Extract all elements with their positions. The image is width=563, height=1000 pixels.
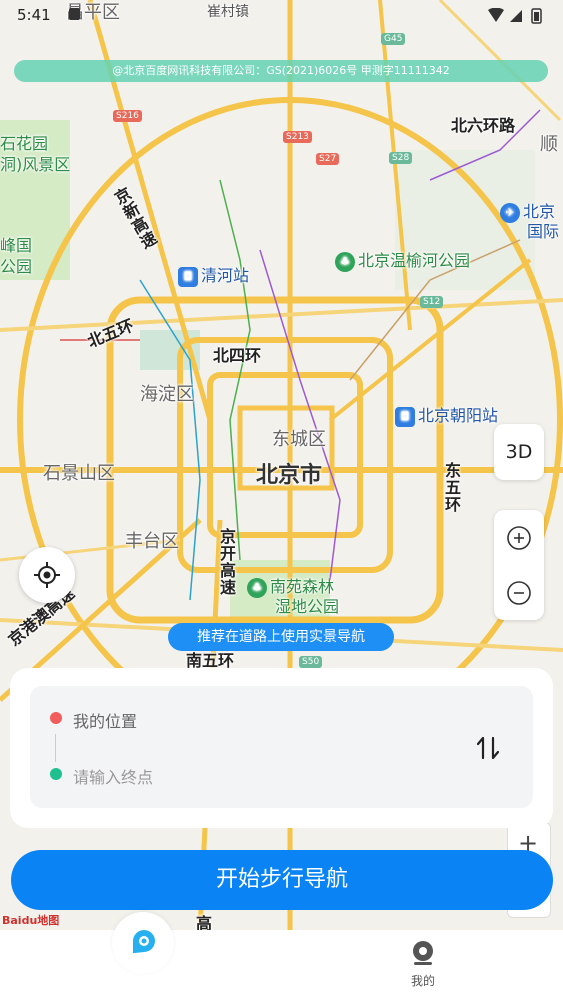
label-shijingshan: 石景山区 (43, 463, 115, 484)
swap-icon (476, 736, 500, 760)
nav-mine-label: 我的 (410, 974, 435, 988)
nav-home-button[interactable] (112, 912, 174, 974)
recommend-ar-nav-tip[interactable]: 推荐在道路上使用实景导航 (168, 623, 394, 651)
shield-s50: S50 (299, 656, 323, 668)
shield-s216: S216 (113, 110, 142, 122)
label-dongwuhuan: 东五环 (442, 462, 461, 513)
label-gongyuan: 公园 (0, 257, 33, 276)
poi-qinghe[interactable]: ◘ 清河站 (178, 262, 249, 287)
origin-dot (50, 712, 62, 724)
route-inputs: 我的位置 请输入终点 (30, 686, 533, 808)
park-icon: ♣ (247, 577, 267, 598)
route-card: 我的位置 请输入终点 (10, 668, 553, 828)
train-station-icon: ◘ (178, 266, 198, 287)
zoom-out-button[interactable] (494, 565, 544, 620)
wifi-icon (488, 8, 504, 22)
shield-s28: S28 (389, 152, 413, 164)
shield-s27: S27 (316, 153, 340, 165)
label-haidian: 海淀区 (140, 384, 194, 405)
view-3d-button[interactable]: 3D (494, 424, 544, 480)
start-walking-navigation-button[interactable]: 开始步行导航 (11, 850, 553, 910)
minus-icon (507, 580, 531, 605)
origin-field[interactable]: 我的位置 (73, 708, 137, 732)
status-time: 5:41 (17, 6, 51, 24)
label-gao: 高 (196, 914, 213, 930)
profile-icon (413, 941, 433, 965)
signal-icon (510, 10, 522, 22)
zoom-in-button[interactable] (494, 510, 544, 565)
label-fengtai: 丰台区 (125, 531, 179, 552)
navigation-app-icon (133, 930, 155, 953)
poi-chaoyangzhan[interactable]: ◘ 北京朝阳站 (395, 402, 498, 427)
status-icons (488, 8, 542, 24)
train-station-icon: ◘ (395, 406, 415, 427)
label-beiliuhuan: 北六环路 (451, 116, 516, 135)
label-airport-2: 国际 (527, 222, 560, 241)
shield-s213: S213 (283, 131, 312, 143)
label-dongcheng: 东城区 (272, 429, 326, 450)
destination-field[interactable]: 请输入终点 (73, 764, 153, 788)
notification-icon (69, 8, 80, 20)
label-shun: 顺 (540, 134, 558, 155)
park-icon: ♣ (335, 251, 355, 272)
airport-icon: ✈ (500, 202, 520, 223)
swap-button[interactable] (470, 730, 506, 766)
label-jingkai: 京开高速 (217, 528, 236, 596)
zoom-controls (494, 510, 544, 620)
baidu-map-logo: Baidu地图 (2, 914, 60, 927)
label-fengjingqu: 洞)风景区 (0, 155, 71, 174)
shield-g45: G45 (381, 33, 406, 45)
label-beijingshi: 北京市 (256, 463, 323, 488)
plus-icon (507, 525, 531, 550)
locate-button[interactable] (19, 547, 75, 603)
map-copyright: @北京百度网讯科技有限公司：GS(2021)6026号 甲测字11111342 (14, 60, 548, 82)
status-bar: 5:41 (0, 0, 563, 30)
bottom-nav (0, 930, 563, 1000)
destination-dot (50, 768, 62, 780)
nav-mine-button[interactable]: 我的 (404, 940, 442, 989)
label-nanyuan-2: 湿地公园 (275, 597, 340, 616)
route-connector (55, 734, 56, 762)
poi-wenyuhe[interactable]: ♣ 北京温榆河公园 (335, 247, 470, 272)
label-beisihuan: 北四环 (213, 346, 262, 365)
shield-s12: S12 (420, 296, 444, 308)
locate-icon (34, 562, 60, 588)
